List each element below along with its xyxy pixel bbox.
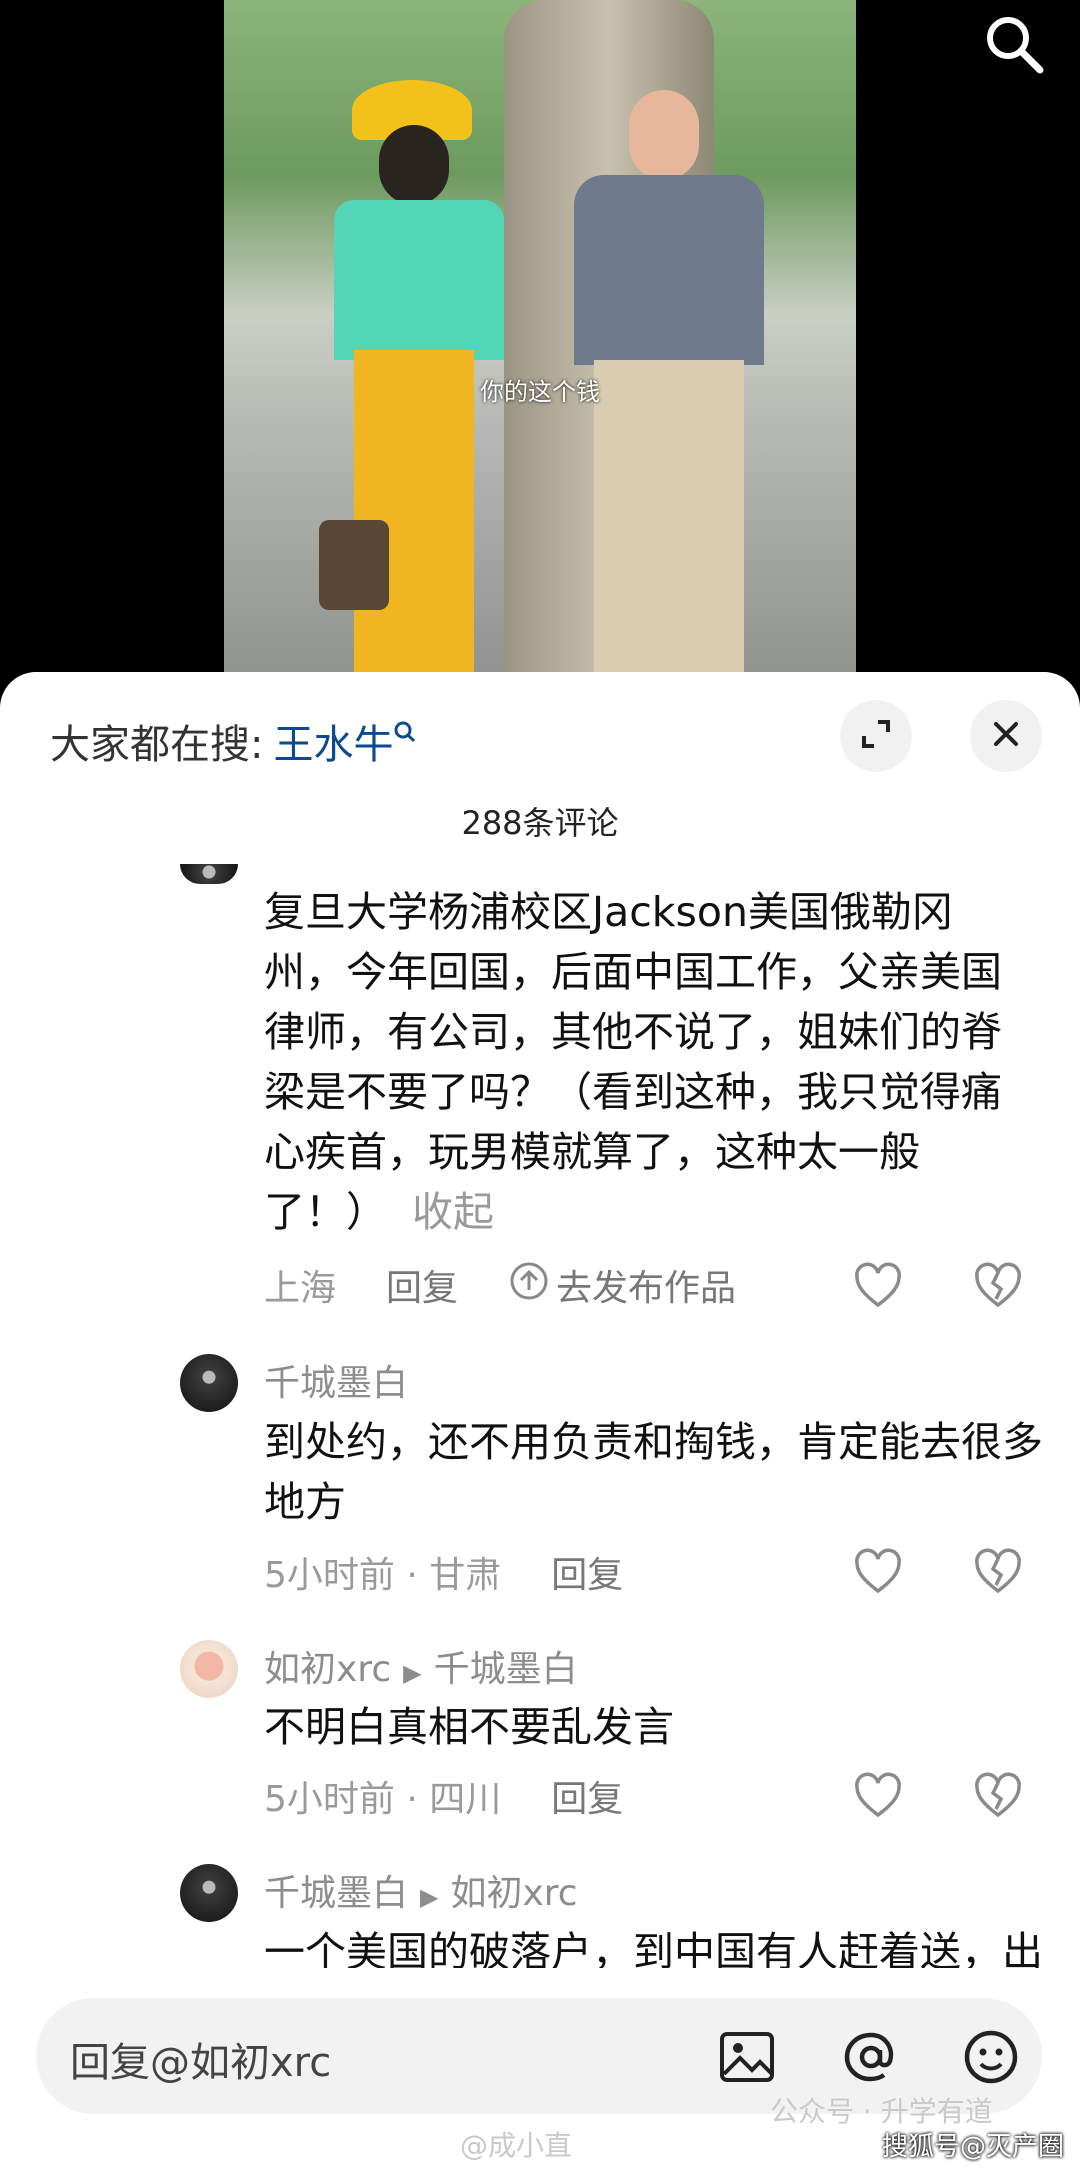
small-search-icon xyxy=(393,712,417,758)
reply-to-author[interactable]: 千城墨白 xyxy=(434,1649,578,1690)
comment-author[interactable]: 千城墨白 xyxy=(264,1354,408,1406)
collapse-link[interactable]: 收起 xyxy=(412,1188,494,1236)
search-icon[interactable] xyxy=(980,10,1050,80)
publish-work-label: 去发布作品 xyxy=(556,1268,737,1309)
reply-button[interactable]: 回复 xyxy=(386,1259,458,1311)
hot-search[interactable]: 大家都在搜: 王水牛 xyxy=(50,712,417,770)
reply-button[interactable]: 回复 xyxy=(551,1770,623,1822)
video-player[interactable]: 你的这个钱 xyxy=(0,0,1080,700)
reply-arrow-icon: ▶ xyxy=(403,1659,422,1687)
comment-location: 上海 xyxy=(264,1268,337,1309)
expand-button[interactable] xyxy=(840,700,912,772)
comment-author[interactable]: 千城墨白 xyxy=(264,1873,408,1914)
emoji-icon[interactable] xyxy=(956,2022,1026,2092)
comment-3-meta: 5小时前 · 四川 回复 xyxy=(264,1766,623,1826)
dislike-icon[interactable] xyxy=(972,1260,1024,1312)
close-icon xyxy=(992,720,1020,752)
comment-time: 5小时前 · 甘肃 xyxy=(264,1555,502,1596)
reply-to-author[interactable]: 如初xrc xyxy=(450,1873,577,1914)
image-icon[interactable] xyxy=(712,2022,782,2092)
comment-author-line: 如初xrc ▶ 千城墨白 xyxy=(264,1640,578,1692)
reply-arrow-icon: ▶ xyxy=(420,1883,439,1911)
wechat-watermark: 公众号 · 升学有道 xyxy=(770,2095,993,2128)
sohu-watermark: 搜狐号@灭产圈 xyxy=(881,2132,1064,2162)
comment-author-line: 千城墨白 ▶ 如初xrc xyxy=(264,1864,578,1916)
upload-icon xyxy=(508,1260,550,1311)
comment-3-text: 不明白真相不要乱发言 xyxy=(264,1703,674,1751)
hot-search-prefix: 大家都在搜: xyxy=(50,722,264,768)
dislike-icon[interactable] xyxy=(972,1770,1024,1822)
comment-1-text: 复旦大学杨浦校区Jackson美国俄勒冈州，今年回国，后面中国工作，父亲美国律师… xyxy=(264,882,1034,1242)
like-icon[interactable] xyxy=(852,1546,904,1598)
close-button[interactable] xyxy=(970,700,1042,772)
comment-2-meta: 5小时前 · 甘肃 回复 xyxy=(264,1542,623,1602)
hot-search-keyword[interactable]: 王水牛 xyxy=(273,722,393,768)
like-icon[interactable] xyxy=(852,1260,904,1312)
expand-icon xyxy=(860,718,892,754)
comment-time: 5小时前 · 四川 xyxy=(264,1779,502,1820)
comment-sheet: 大家都在搜: 王水牛 288条评论 复旦大学杨浦校区Jackson美国俄勒冈州，今… xyxy=(0,672,1080,2168)
video-frame: 你的这个钱 xyxy=(224,0,856,700)
video-subtitle: 你的这个钱 xyxy=(480,378,600,406)
reply-placeholder: 回复@如初xrc xyxy=(70,2040,332,2086)
avatar[interactable] xyxy=(180,864,238,884)
comment-author[interactable]: 如初xrc xyxy=(264,1649,391,1690)
mention-icon[interactable] xyxy=(836,2022,906,2092)
weibo-watermark: @成小直 xyxy=(460,2129,573,2162)
dislike-icon[interactable] xyxy=(972,1546,1024,1598)
comment-2-text: 到处约，还不用负责和掏钱，肯定能去很多地方 xyxy=(264,1418,1043,1526)
avatar[interactable] xyxy=(180,1354,238,1412)
avatar[interactable] xyxy=(180,1640,238,1698)
comment-count: 288条评论 xyxy=(461,804,619,842)
comment-1-meta: 上海 回复 去发布作品 xyxy=(264,1255,736,1315)
reply-button[interactable]: 回复 xyxy=(551,1546,623,1598)
publish-work-button[interactable]: 去发布作品 xyxy=(508,1259,736,1311)
comment-body: 复旦大学杨浦校区Jackson美国俄勒冈州，今年回国，后面中国工作，父亲美国律师… xyxy=(264,888,1002,1236)
like-icon[interactable] xyxy=(852,1770,904,1822)
avatar[interactable] xyxy=(180,1864,238,1922)
